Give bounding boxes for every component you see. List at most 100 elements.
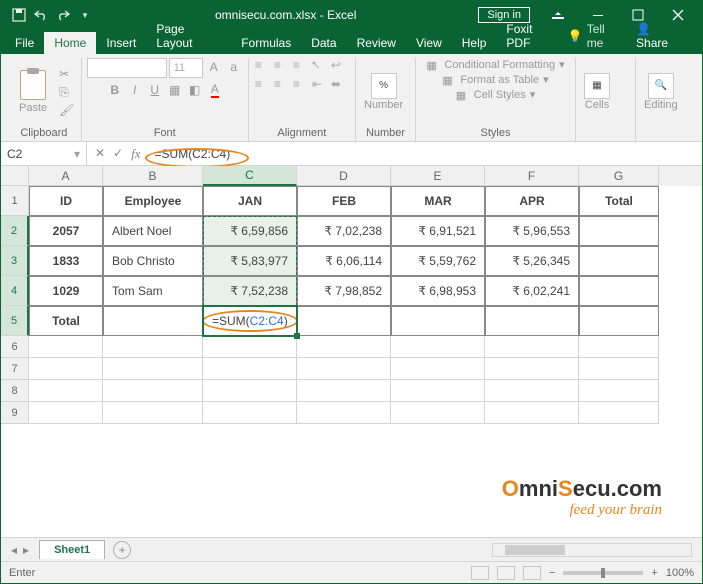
zoom-level[interactable]: 100% (666, 567, 694, 579)
col-b[interactable]: B (103, 166, 203, 186)
name-box[interactable]: C2▾ (1, 142, 87, 165)
cell-a5[interactable]: Total (29, 306, 103, 336)
align-left-icon[interactable]: ≡ (255, 77, 273, 93)
row-8[interactable]: 8 (1, 380, 29, 402)
horizontal-scrollbar[interactable] (492, 543, 692, 557)
spreadsheet-grid[interactable]: A B C D E F G 1 ID Employee JAN FEB MAR … (1, 166, 702, 537)
cell-a3[interactable]: 1833 (29, 246, 103, 276)
cell-d9[interactable] (297, 402, 391, 424)
font-name-combo[interactable] (87, 58, 167, 78)
sheet-nav-prev-icon[interactable]: ◂ (11, 543, 17, 557)
cell-e2[interactable]: ₹ 6,91,521 (391, 216, 485, 246)
cell-b9[interactable] (103, 402, 203, 424)
number-format-button[interactable]: % Number (364, 73, 403, 111)
cell-b3[interactable]: Bob Christo (103, 246, 203, 276)
cell-b4[interactable]: Tom Sam (103, 276, 203, 306)
qat-dropdown-icon[interactable]: ▾ (77, 7, 93, 23)
zoom-out-icon[interactable]: − (549, 567, 555, 579)
cell-g3[interactable] (579, 246, 659, 276)
tab-pagelayout[interactable]: Page Layout (146, 18, 231, 54)
page-layout-view-icon[interactable] (497, 566, 515, 580)
cell-f7[interactable] (485, 358, 579, 380)
row-5[interactable]: 5 (1, 306, 29, 336)
cell-d4[interactable]: ₹ 7,98,852 (297, 276, 391, 306)
cell-f9[interactable] (485, 402, 579, 424)
format-as-table-button[interactable]: ▦Format as Table ▾ (442, 73, 548, 86)
cell-d6[interactable] (297, 336, 391, 358)
col-f[interactable]: F (485, 166, 579, 186)
align-bottom-icon[interactable]: ≡ (293, 58, 311, 74)
tell-me[interactable]: 💡 Tell me (568, 22, 622, 50)
cell-d7[interactable] (297, 358, 391, 380)
cell-g4[interactable] (579, 276, 659, 306)
tab-formulas[interactable]: Formulas (231, 32, 301, 54)
tab-foxit[interactable]: Foxit PDF (496, 18, 567, 54)
header-jan[interactable]: JAN (203, 186, 297, 216)
align-right-icon[interactable]: ≡ (293, 77, 311, 93)
redo-icon[interactable] (55, 7, 71, 23)
cell-f4[interactable]: ₹ 6,02,241 (485, 276, 579, 306)
row-3[interactable]: 3 (1, 246, 29, 276)
normal-view-icon[interactable] (471, 566, 489, 580)
cell-a8[interactable] (29, 380, 103, 402)
undo-icon[interactable] (33, 7, 49, 23)
cell-c5[interactable]: =SUM(C2:C4) (203, 306, 297, 336)
cells-button[interactable]: ▦ Cells (584, 73, 610, 111)
cell-e7[interactable] (391, 358, 485, 380)
col-d[interactable]: D (297, 166, 391, 186)
header-employee[interactable]: Employee (103, 186, 203, 216)
header-total[interactable]: Total (579, 186, 659, 216)
cell-e9[interactable] (391, 402, 485, 424)
cell-g7[interactable] (579, 358, 659, 380)
font-color-icon[interactable]: A (206, 81, 224, 99)
cell-e5[interactable] (391, 306, 485, 336)
paste-button[interactable]: Paste (15, 68, 51, 116)
cell-c2[interactable]: ₹ 6,59,856 (203, 216, 297, 246)
cancel-formula-icon[interactable]: ✕ (95, 146, 105, 162)
increase-font-icon[interactable]: A (205, 58, 223, 76)
cell-c7[interactable] (203, 358, 297, 380)
bold-icon[interactable]: B (106, 81, 124, 99)
col-e[interactable]: E (391, 166, 485, 186)
cell-f8[interactable] (485, 380, 579, 402)
header-id[interactable]: ID (29, 186, 103, 216)
zoom-in-icon[interactable]: + (651, 567, 657, 579)
decrease-indent-icon[interactable]: ⇤ (312, 77, 330, 93)
font-size-combo[interactable]: 11 (169, 58, 203, 78)
enter-formula-icon[interactable]: ✓ (113, 146, 123, 162)
cell-g9[interactable] (579, 402, 659, 424)
sheet-nav-next-icon[interactable]: ▸ (23, 543, 29, 557)
cell-a2[interactable]: 2057 (29, 216, 103, 246)
cell-b5[interactable] (103, 306, 203, 336)
copy-icon[interactable]: ⎘ (59, 85, 75, 99)
orientation-icon[interactable]: ⭦ (312, 58, 330, 74)
tab-view[interactable]: View (406, 32, 452, 54)
fill-color-icon[interactable]: ◧ (186, 81, 204, 99)
wrap-text-icon[interactable]: ↩ (331, 58, 349, 74)
cell-c6[interactable] (203, 336, 297, 358)
sheet-tab[interactable]: Sheet1 (39, 540, 105, 559)
italic-icon[interactable]: I (126, 81, 144, 99)
cell-f6[interactable] (485, 336, 579, 358)
cell-d8[interactable] (297, 380, 391, 402)
cell-b2[interactable]: Albert Noel (103, 216, 203, 246)
border-icon[interactable]: ▦ (166, 81, 184, 99)
col-g[interactable]: G (579, 166, 659, 186)
col-a[interactable]: A (29, 166, 103, 186)
row-7[interactable]: 7 (1, 358, 29, 380)
zoom-slider[interactable] (563, 571, 643, 575)
cell-a9[interactable] (29, 402, 103, 424)
tab-file[interactable]: File (5, 32, 44, 54)
cell-c4[interactable]: ₹ 7,52,238 (203, 276, 297, 306)
header-apr[interactable]: APR (485, 186, 579, 216)
editing-button[interactable]: 🔍 Editing (644, 73, 678, 111)
row-2[interactable]: 2 (1, 216, 29, 246)
tab-home[interactable]: Home (44, 32, 96, 54)
cell-f3[interactable]: ₹ 5,26,345 (485, 246, 579, 276)
cell-f5[interactable] (485, 306, 579, 336)
add-sheet-button[interactable]: + (113, 541, 131, 559)
merge-icon[interactable]: ⬌ (331, 77, 349, 93)
cell-g6[interactable] (579, 336, 659, 358)
cell-e3[interactable]: ₹ 5,59,762 (391, 246, 485, 276)
tab-insert[interactable]: Insert (96, 32, 146, 54)
